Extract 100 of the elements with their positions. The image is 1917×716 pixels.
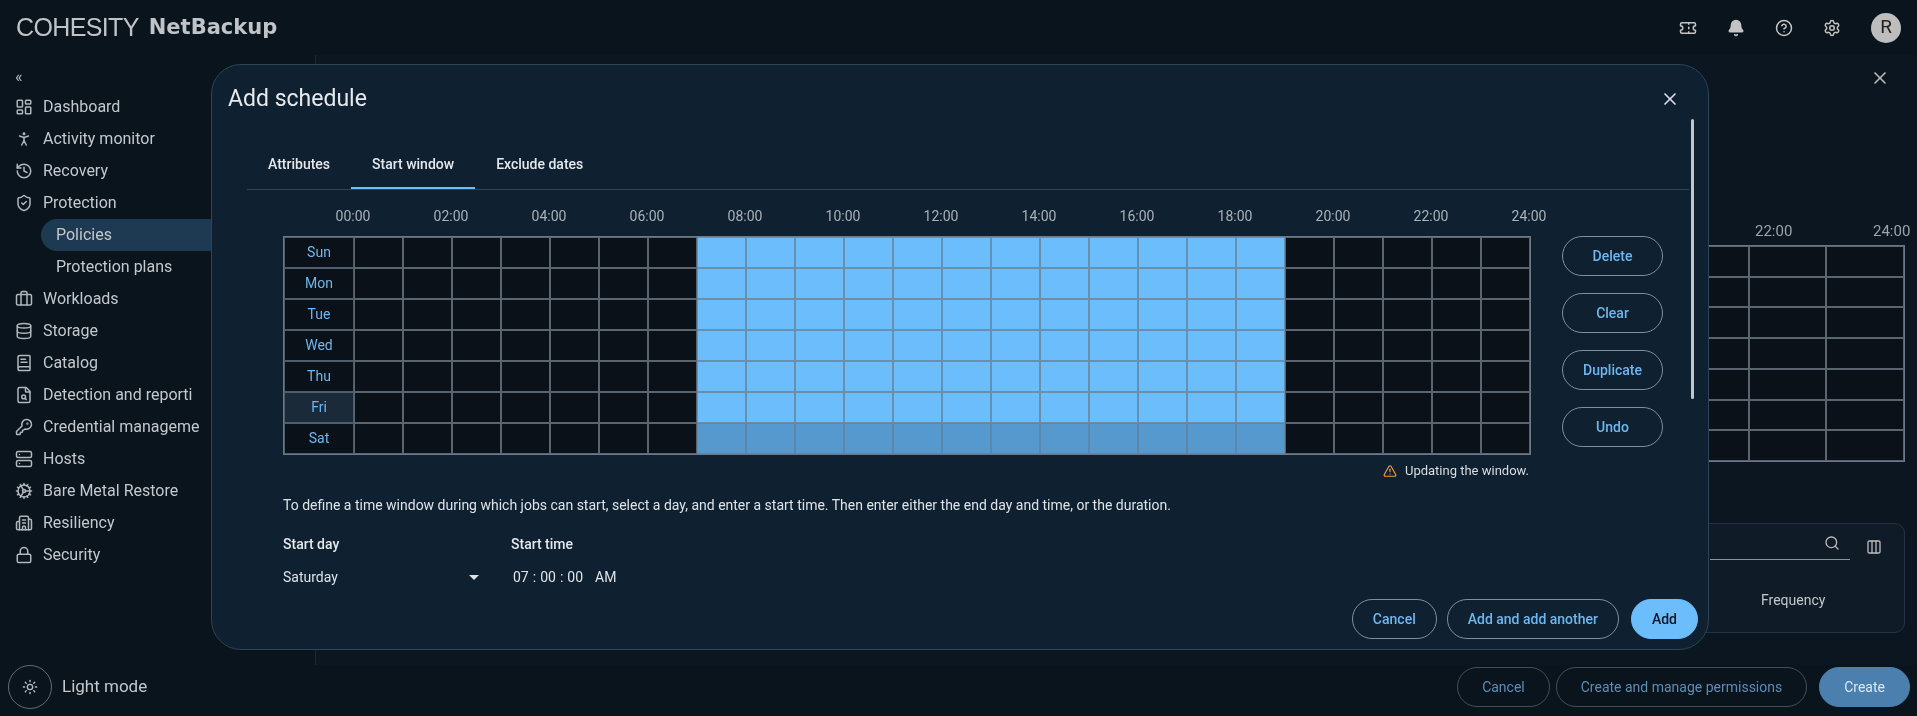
collapse-button[interactable]: « (15, 62, 35, 91)
time-slot[interactable] (550, 361, 599, 392)
time-slot[interactable] (648, 268, 697, 299)
time-slot[interactable] (1383, 237, 1432, 268)
time-slot[interactable] (403, 268, 452, 299)
time-slot[interactable] (1334, 299, 1383, 330)
search-icon[interactable] (1824, 535, 1840, 551)
time-slot[interactable] (1285, 299, 1334, 330)
time-slot[interactable] (1285, 361, 1334, 392)
time-slot[interactable] (501, 237, 550, 268)
time-slot[interactable] (354, 423, 403, 454)
time-slot[interactable] (1334, 268, 1383, 299)
time-slot[interactable] (354, 299, 403, 330)
time-slot[interactable] (1285, 423, 1334, 454)
time-slot[interactable] (1432, 299, 1481, 330)
time-slot[interactable] (354, 392, 403, 423)
day-label[interactable]: Thu (284, 361, 354, 392)
time-slot[interactable] (452, 392, 501, 423)
time-slot[interactable] (1432, 330, 1481, 361)
time-slot[interactable] (648, 299, 697, 330)
day-label[interactable]: Tue (284, 299, 354, 330)
time-slot[interactable] (599, 423, 648, 454)
tab[interactable]: Exclude dates (475, 141, 605, 189)
time-slot[interactable] (354, 330, 403, 361)
time-slot[interactable] (550, 268, 599, 299)
time-slot[interactable] (550, 299, 599, 330)
time-slot[interactable] (354, 268, 403, 299)
time-slot[interactable] (452, 361, 501, 392)
nav-item[interactable]: Bare Metal Restore (15, 475, 260, 507)
time-slot[interactable] (1285, 237, 1334, 268)
time-slot[interactable] (501, 392, 550, 423)
time-slot[interactable] (501, 268, 550, 299)
time-slot[interactable] (648, 361, 697, 392)
time-slot[interactable] (1285, 392, 1334, 423)
time-slot[interactable] (403, 330, 452, 361)
time-slot[interactable] (599, 392, 648, 423)
nav-item[interactable]: Protection (15, 187, 260, 219)
time-slot[interactable] (1383, 299, 1432, 330)
nav-item[interactable]: Hosts (15, 443, 260, 475)
help-icon[interactable] (1775, 18, 1793, 37)
columns-icon[interactable] (1866, 539, 1882, 555)
day-label[interactable]: Mon (284, 268, 354, 299)
time-slot[interactable] (648, 330, 697, 361)
time-slot[interactable] (1334, 392, 1383, 423)
time-slot[interactable] (403, 361, 452, 392)
day-label[interactable]: Fri (284, 392, 354, 423)
time-slot[interactable] (1432, 423, 1481, 454)
time-slot[interactable] (599, 299, 648, 330)
time-slot[interactable] (1383, 423, 1432, 454)
time-slot[interactable] (1383, 392, 1432, 423)
settings-icon[interactable] (1823, 18, 1841, 37)
time-slot[interactable] (599, 237, 648, 268)
time-slot[interactable] (648, 423, 697, 454)
time-slot[interactable] (648, 237, 697, 268)
time-slot[interactable] (452, 330, 501, 361)
notification-icon[interactable] (1727, 18, 1745, 37)
nav-item[interactable]: Workloads (15, 283, 260, 315)
time-slot[interactable] (1285, 268, 1334, 299)
time-slot[interactable] (501, 423, 550, 454)
time-slot[interactable] (550, 237, 599, 268)
time-slot[interactable] (452, 237, 501, 268)
day-label[interactable]: Sat (284, 423, 354, 454)
time-slot[interactable] (599, 268, 648, 299)
time-slot[interactable] (501, 330, 550, 361)
time-slot[interactable] (354, 237, 403, 268)
nav-item[interactable]: Credential manageme (15, 411, 260, 443)
time-slot[interactable] (1383, 361, 1432, 392)
nav-item[interactable]: Resiliency (15, 507, 260, 539)
time-slot[interactable] (403, 299, 452, 330)
time-slot[interactable] (550, 330, 599, 361)
time-slot[interactable] (1334, 361, 1383, 392)
time-slot[interactable] (550, 392, 599, 423)
day-label[interactable]: Sun (284, 237, 354, 268)
time-slot[interactable] (452, 299, 501, 330)
time-slot[interactable] (648, 392, 697, 423)
start-day-dropdown[interactable]: Saturday (283, 564, 479, 591)
time-slot[interactable] (1432, 237, 1481, 268)
time-slot[interactable] (1481, 330, 1530, 361)
time-slot[interactable] (1334, 237, 1383, 268)
user-avatar[interactable]: R (1871, 12, 1901, 43)
time-slot[interactable] (403, 237, 452, 268)
time-slot[interactable] (599, 330, 648, 361)
nav-item[interactable]: Detection and reporti (15, 379, 260, 411)
time-slot[interactable] (1432, 392, 1481, 423)
time-slot[interactable] (501, 299, 550, 330)
time-slot[interactable] (1432, 268, 1481, 299)
time-slot[interactable] (1481, 423, 1530, 454)
start-time-field[interactable]: 07 : 00 : 00 AM (511, 564, 617, 591)
time-slot[interactable] (1383, 268, 1432, 299)
action-button[interactable]: Add (1630, 599, 1698, 639)
nav-item[interactable]: Storage (15, 315, 260, 347)
time-slot[interactable] (550, 423, 599, 454)
time-slot[interactable] (1481, 361, 1530, 392)
time-slot[interactable] (1285, 330, 1334, 361)
time-slot[interactable] (501, 361, 550, 392)
time-slot[interactable] (1334, 330, 1383, 361)
time-slot[interactable] (1432, 361, 1481, 392)
time-slot[interactable] (1481, 299, 1530, 330)
time-slot[interactable] (452, 268, 501, 299)
time-slot[interactable] (403, 392, 452, 423)
